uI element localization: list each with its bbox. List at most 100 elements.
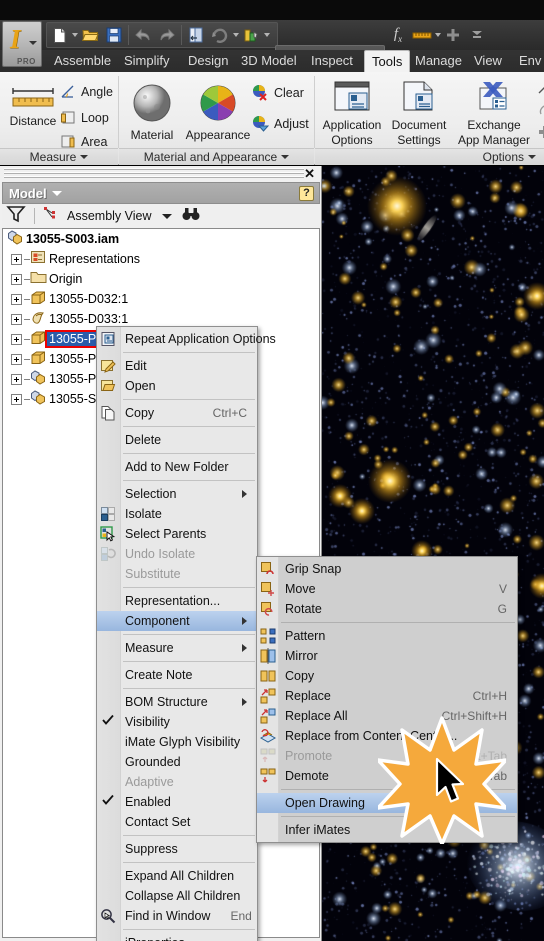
submenu-item-demote[interactable]: Demote Tab [257, 766, 517, 786]
chevron-down-icon[interactable] [281, 155, 290, 159]
undo-button[interactable] [131, 24, 155, 46]
tab-tools[interactable]: Tools [364, 50, 411, 72]
clear-appearance-command[interactable]: Clear [251, 84, 304, 102]
tree-row[interactable]: 13055-S003.iam [3, 229, 319, 249]
menu-item-expand-all-children[interactable]: Expand All Children [97, 866, 257, 886]
panel-material-footer[interactable]: Material and Appearance [119, 148, 314, 165]
chevron-down-icon[interactable] [80, 155, 89, 159]
menu-item-find-in-window[interactable]: Find in Window End [97, 906, 257, 926]
expand-icon[interactable] [11, 333, 22, 345]
menu-item-imate-glyph-visibility[interactable]: iMate Glyph Visibility [97, 732, 257, 752]
submenu-item-replace-from-content-center[interactable]: Replace from Content Center... [257, 726, 517, 746]
expand-icon[interactable] [11, 373, 22, 385]
qat-dropdown-button[interactable] [465, 24, 489, 46]
component-context-menu[interactable]: Repeat Application Options Edit Open Cop… [96, 326, 276, 941]
submenu-item-open-drawing[interactable]: Open Drawing [257, 793, 517, 813]
menu-item-open[interactable]: Open [97, 376, 257, 396]
measure-distance-button[interactable] [410, 24, 434, 46]
open-file-button[interactable] [78, 24, 102, 46]
menu-item-collapse-all-children[interactable]: Collapse All Children [97, 886, 257, 906]
binoculars-icon[interactable] [182, 207, 200, 226]
tree-row[interactable]: 13055-D032:1 [3, 289, 319, 309]
menu-item-select-parents[interactable]: Select Parents [97, 524, 257, 544]
tab-design[interactable]: Design [181, 50, 235, 72]
submenu-item-replace-all[interactable]: Replace All Ctrl+Shift+H [257, 706, 517, 726]
panel-options-footer[interactable]: Options [315, 148, 544, 165]
document-settings-command[interactable]: Document Settings [386, 80, 452, 147]
menu-item-grounded[interactable]: Grounded [97, 752, 257, 772]
menu-item-delete[interactable]: Delete [97, 430, 257, 450]
tab-3d-model[interactable]: 3D Model [234, 50, 304, 72]
submenu-item-replace[interactable]: Replace Ctrl+H [257, 686, 517, 706]
appearance-command[interactable]: Appearance [181, 82, 255, 142]
tab-assemble[interactable]: Assemble [47, 50, 118, 72]
component-submenu[interactable]: Grip Snap Move V Rotate G Pattern Mirror… [256, 556, 518, 843]
tab-manage[interactable]: Manage [408, 50, 469, 72]
help-icon[interactable]: ? [299, 186, 314, 201]
submenu-item-mirror[interactable]: Mirror [257, 646, 517, 666]
menu-item-repeat-application-options[interactable]: Repeat Application Options [97, 329, 276, 349]
application-options-command[interactable]: Application Options [317, 80, 387, 147]
save-file-button[interactable] [102, 24, 126, 46]
adjust-appearance-command[interactable]: Adjust [251, 115, 309, 133]
chevron-down-icon[interactable] [51, 190, 62, 196]
menu-item-suppress[interactable]: Suppress [97, 839, 257, 859]
panel-measure-footer[interactable]: Measure [0, 148, 118, 165]
menu-item-iproperties[interactable]: iProperties... [97, 933, 257, 941]
material-command[interactable]: Material [123, 82, 181, 142]
expand-icon[interactable] [11, 393, 22, 405]
expand-icon[interactable] [11, 313, 22, 325]
menu-item-edit[interactable]: Edit [97, 356, 257, 376]
update-button[interactable] [208, 24, 232, 46]
tab-view[interactable]: View [467, 50, 509, 72]
addins-command[interactable] [537, 124, 544, 140]
submenu-item-pattern[interactable]: Pattern [257, 626, 517, 646]
filter-funnel-icon[interactable] [6, 205, 26, 228]
menu-item-create-note[interactable]: Create Note [97, 665, 257, 685]
material-button[interactable] [239, 24, 263, 46]
expand-icon[interactable] [11, 353, 22, 365]
menu-item-component[interactable]: Component [97, 611, 257, 631]
redo-button[interactable] [155, 24, 179, 46]
fx-parameters-button[interactable]: fx [386, 24, 410, 46]
expand-icon[interactable] [11, 293, 22, 305]
measure-angle-command[interactable]: Angle [60, 84, 113, 100]
measure-distance-command[interactable]: Distance [4, 86, 62, 128]
tree-row[interactable]: Representations [3, 249, 319, 269]
measure-loop-command[interactable]: Loop [60, 110, 109, 126]
submenu-item-move[interactable]: Move V [257, 579, 517, 599]
exchange-app-manager-command[interactable]: Exchange App Manager [451, 80, 537, 147]
expand-icon[interactable] [11, 253, 22, 265]
chevron-down-icon[interactable] [161, 213, 172, 219]
submenu-item-copy[interactable]: Copy [257, 666, 517, 686]
chevron-down-icon[interactable] [528, 155, 536, 159]
customize-command[interactable] [537, 80, 544, 96]
menu-item-contact-set[interactable]: Contact Set [97, 812, 257, 832]
add-to-qat-button[interactable] [441, 24, 465, 46]
menu-item-enabled[interactable]: Enabled [97, 792, 257, 812]
macro-command[interactable] [537, 102, 544, 118]
tab-environments[interactable]: Env [512, 50, 544, 72]
menu-item-visibility[interactable]: Visibility [97, 712, 257, 732]
tab-simplify[interactable]: Simplify [117, 50, 177, 72]
submenu-item-grip-snap[interactable]: Grip Snap [257, 559, 517, 579]
material-dropdown-icon[interactable] [264, 33, 270, 37]
close-icon[interactable]: ✕ [304, 166, 315, 182]
new-file-button[interactable] [47, 24, 71, 46]
menu-item-bom-structure[interactable]: BOM Structure [97, 692, 257, 712]
application-menu-button[interactable]: I PRO [2, 21, 42, 67]
menu-item-selection[interactable]: Selection [97, 484, 257, 504]
tab-inspect[interactable]: Inspect [304, 50, 360, 72]
chevron-down-icon[interactable] [29, 41, 37, 45]
expand-icon[interactable] [11, 273, 22, 285]
tree-row[interactable]: Origin [3, 269, 319, 289]
submenu-item-rotate[interactable]: Rotate G [257, 599, 517, 619]
menu-item-copy[interactable]: Copy Ctrl+C [97, 403, 257, 423]
menu-item-add-to-new-folder[interactable]: Add to New Folder [97, 457, 257, 477]
menu-item-isolate[interactable]: Isolate [97, 504, 257, 524]
menu-item-measure[interactable]: Measure [97, 638, 257, 658]
panel-drag-grip[interactable] [4, 168, 304, 180]
return-button[interactable] [184, 24, 208, 46]
menu-item-representation[interactable]: Representation... [97, 591, 257, 611]
submenu-item-infer-imates[interactable]: Infer iMates [257, 820, 517, 840]
